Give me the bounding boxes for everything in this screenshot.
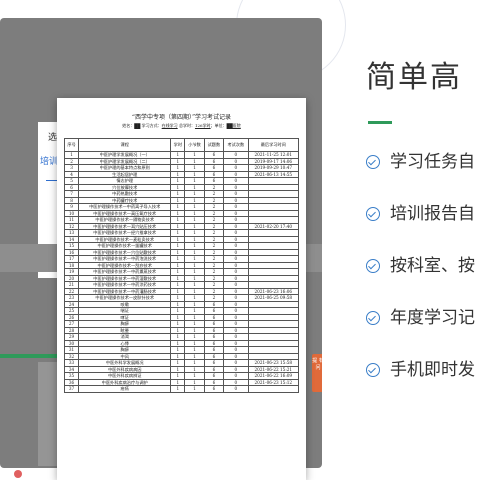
feature-text: 培训报告自 [390,204,475,224]
feature-item: 手机即时发 [366,358,480,410]
feature-text: 按科室、按 [390,256,475,276]
document-title: “西学中专项（第四期）”学习考试记录 [131,114,232,121]
table-header-cell: 考试次数 [223,138,249,152]
check-circle-icon [366,155,380,169]
document-meta: 姓名：██ 学习方式：在线学习 总学时：126学时；单位：██医院 [57,123,306,129]
study-record-document: “西学中专项（第四期）”学习考试记录 姓名：██ 学习方式：在线学习 总学时：1… [57,98,306,480]
table-cell: 2021-06-22 16:09 [247,372,300,380]
table-cell: 2021-06-23 15:58 [247,359,300,367]
feature-item: 学习任务自 [366,150,480,202]
table-header-cell: 试题数 [203,138,225,152]
record-table: 序号 课程 学时 小节数 试题数 考试次数 最后学习时间 1 中医护理学发展概况（一） 1 1 6 0… [63,138,300,393]
meta-hours: 126学时 [194,123,211,128]
table-cell: 中医护理操作技术—中药离子导入技术 [78,203,172,211]
table-header-cell: 课程 [78,138,172,152]
table-header-cell: 小节数 [184,138,205,152]
check-circle-icon [366,259,380,273]
check-circle-icon [366,207,380,221]
table-cell: 2021-11-25 12:01 [247,151,300,159]
headline: 简单高 [366,60,462,95]
table-header-cell: 最后学习时间 [247,138,300,152]
table-cell: 2021-06-23 16:06 [247,287,300,295]
table-cell: 2019-09-17 14:06 [247,157,300,165]
meta-name: ██ [134,123,141,128]
table-cell [247,385,300,393]
meta-hours-label: 总学时： [178,123,195,128]
app-panel-title: 选 [48,133,58,143]
table-cell: 2021-06-22 15:21 [247,365,300,373]
meta-name-label: 姓名： [122,123,135,128]
table-cell: 0 [223,385,249,393]
decorative-dot-red [14,470,22,478]
table-cell: 2021-02-20 17:40 [247,222,300,230]
feature-item: 年度学习记 [366,306,480,358]
table-cell: 37 [63,385,80,393]
table-header-cell: 学时 [170,138,186,152]
record-table-body: 1 中医护理学发展概况（一） 1 1 6 0 2021-11-25 12:01 2 中医护理学发… [63,151,300,393]
meta-mode-label: 学习方式： [141,123,162,128]
table-header-cell: 序号 [63,138,80,152]
feature-text: 手机即时发 [390,360,475,380]
feature-text: 年度学习记 [390,308,475,328]
table-cell: 2021-06-23 15:12 [247,378,300,386]
table-cell: 2021-06-13 14:55 [247,170,300,178]
headline-accent-bar [368,121,392,124]
meta-mode: 在线学习 [161,123,178,128]
table-cell: 6 [203,385,225,393]
app-panel-link[interactable]: 培训 [40,154,58,167]
table-cell: 2019-09-29 10:47 [247,164,300,172]
check-circle-icon [366,311,380,325]
meta-unit: ██医院 [226,123,241,128]
table-row: 37 疮疡 1 1 6 0 [63,385,300,393]
feature-item: 培训报告自 [366,202,480,254]
record-table-header: 序号 课程 学时 小节数 试题数 考试次数 最后学习时间 [63,138,300,152]
table-cell: 1 [170,385,186,393]
check-circle-icon [366,363,380,377]
table-cell: 1 [184,385,205,393]
feature-list: 学习任务自 培训报告自 按科室、按 年度学习记 手机即时发 [366,150,480,410]
meta-unit-label: ；单位： [210,123,227,128]
table-cell: 2021-06-25 09:58 [247,294,300,302]
table-cell: 疮疡 [78,385,172,393]
feedback-side-tab[interactable]: 提 有 问 [312,354,322,392]
feature-item: 按科室、按 [366,254,480,306]
feature-text: 学习任务自 [390,152,475,172]
